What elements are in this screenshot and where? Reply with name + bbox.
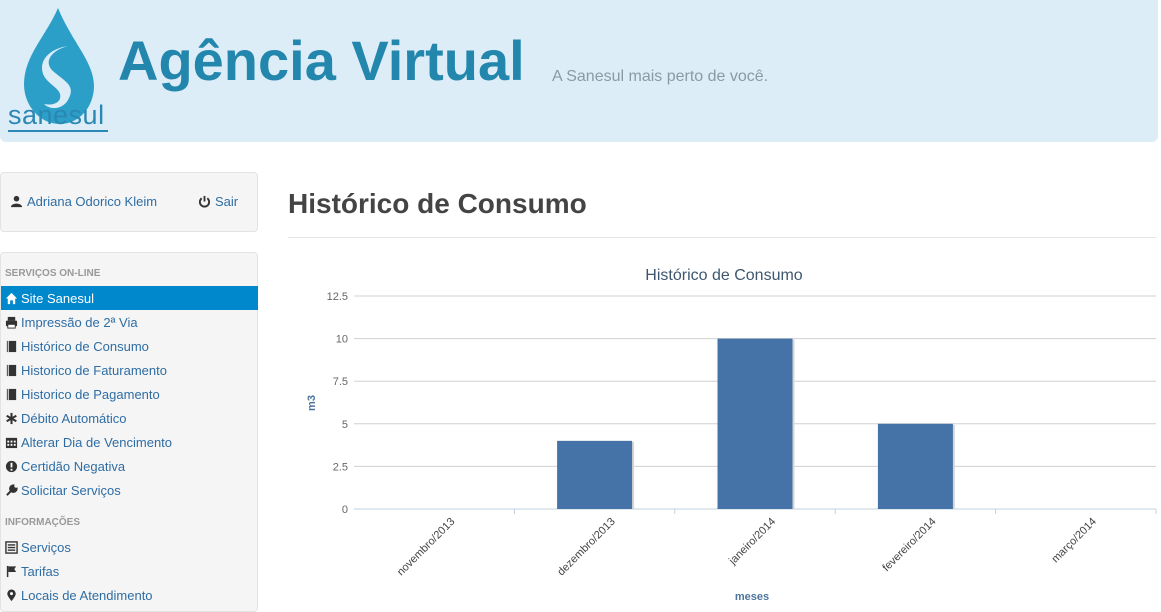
sidebar-item-certidao-negativa[interactable]: Certidão Negativa [1, 454, 258, 478]
asterisk-icon [6, 412, 17, 424]
sidebar-item-locais-atendimento[interactable]: Locais de Atendimento [1, 583, 258, 607]
nav-header-info: INFORMAÇÕES [5, 517, 80, 528]
sidebar-item-label: Tarifas [21, 563, 60, 579]
flag-icon [6, 565, 17, 577]
calendar-icon [5, 437, 18, 448]
home-icon [5, 292, 18, 304]
logo-text: sanesul [8, 100, 105, 130]
print-icon [5, 316, 18, 329]
sidebar-item-site-sanesul[interactable]: Site Sanesul [1, 286, 258, 310]
logo-underline [8, 130, 108, 132]
chart-x-axis-label: meses [735, 591, 769, 603]
page-title: Histórico de Consumo [288, 188, 587, 219]
sidebar-item-label: Locais de Atendimento [21, 587, 153, 603]
sidebar-item-impressao-2-via[interactable]: Impressão de 2ª Via [1, 310, 258, 334]
chart-x-tick-label: fevereiro/2014 [880, 516, 938, 574]
sidebar-item-debito-automatico[interactable]: Débito Automático [1, 406, 258, 430]
sidebar-item-label: Site Sanesul [21, 290, 94, 306]
sidebar-item-servicos[interactable]: Serviços [1, 535, 258, 559]
chart-bar[interactable] [557, 440, 633, 509]
chart-x-tick-label: novembro/2013 [395, 516, 458, 579]
chart-y-tick-label: 0 [342, 504, 348, 516]
logout-button[interactable]: Sair [198, 194, 238, 209]
chart-x-tick-label: janeiro/2014 [726, 516, 778, 568]
sidebar-nav: SERVIÇOS ON-LINE Site Sanesul Impressão … [0, 252, 258, 612]
chart-x-tick-label: dezembro/2013 [555, 516, 618, 579]
chart-y-axis-label: m3 [306, 395, 318, 411]
book-icon [6, 364, 17, 376]
book-icon [6, 388, 17, 400]
app-title: Agência Virtual [118, 29, 525, 92]
chart-y-tick-label: 10 [336, 334, 348, 346]
sidebar-item-label: Alterar Dia de Vencimento [21, 434, 173, 450]
consumption-bar-chart: Histórico de Consumo m3 meses 0 2.5 5 7.5 10… [306, 267, 1157, 603]
site-header: sanesul Agência Virtual A Sanesul mais p… [0, 0, 1158, 142]
sidebar-item-label: Certidão Negativa [21, 458, 126, 474]
chart-bar[interactable] [717, 338, 793, 509]
user-panel: Adriana Odorico Kleim Sair [0, 172, 258, 232]
power-icon [198, 195, 211, 208]
sidebar-item-label: Historico de Pagamento [21, 386, 160, 402]
exclamation-icon [5, 460, 18, 472]
sidebar-item-label: Historico de Faturamento [21, 362, 167, 378]
user-name: Adriana Odorico Kleim [27, 194, 158, 209]
logout-label: Sair [215, 194, 239, 209]
chart-y-tick-label: 5 [342, 419, 348, 431]
sidebar-item-label: Serviços [21, 539, 71, 555]
map-marker-icon [7, 588, 16, 601]
sidebar-item-label: Histórico de Consumo [21, 338, 149, 354]
sidebar-item-tarifas[interactable]: Tarifas [1, 559, 258, 583]
book-icon [6, 340, 17, 352]
nav-header-services: SERVIÇOS ON-LINE [5, 268, 101, 279]
chart-x-tick-label: março/2014 [1049, 516, 1099, 566]
title-divider [288, 237, 1156, 238]
sidebar-item-historico-faturamento[interactable]: Historico de Faturamento [1, 358, 258, 382]
sidebar-item-historico-consumo[interactable]: Histórico de Consumo [1, 334, 258, 358]
wrench-icon [6, 483, 18, 496]
sidebar-item-alterar-vencimento[interactable]: Alterar Dia de Vencimento [1, 430, 258, 454]
sidebar-item-label: Impressão de 2ª Via [21, 314, 138, 330]
list-icon [5, 540, 18, 554]
chart-y-tick-label: 7.5 [333, 376, 348, 388]
tagline: A Sanesul mais perto de você. [552, 68, 769, 85]
sidebar-item-label: Débito Automático [21, 410, 127, 426]
chart-y-tick-label: 12.5 [327, 291, 348, 303]
chart-y-tick-label: 2.5 [333, 461, 348, 473]
sidebar-item-label: Solicitar Serviços [21, 482, 121, 498]
user-icon [10, 195, 23, 208]
chart-bar[interactable] [877, 423, 953, 509]
sidebar-item-solicitar-servicos[interactable]: Solicitar Serviços [1, 478, 258, 502]
chart-title: Histórico de Consumo [645, 267, 803, 284]
user-info[interactable]: Adriana Odorico Kleim [10, 194, 157, 209]
sidebar-item-historico-pagamento[interactable]: Historico de Pagamento [1, 382, 258, 406]
